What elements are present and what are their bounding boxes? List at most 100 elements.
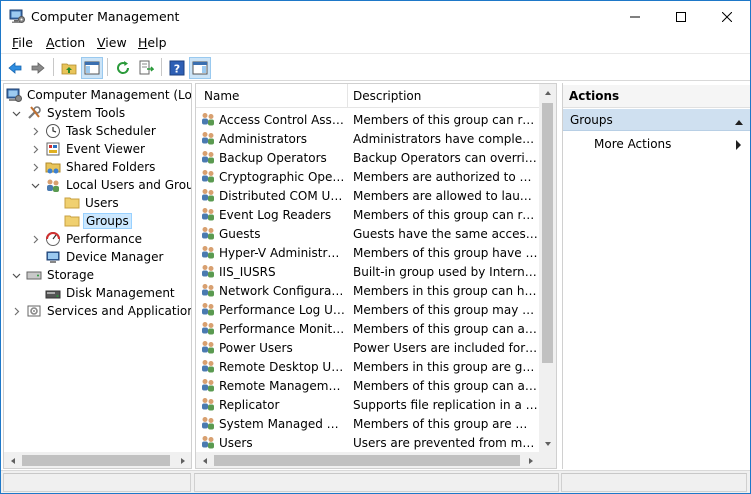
tree-item-shared-folders[interactable]: Shared Folders <box>29 158 157 176</box>
group-row[interactable]: Users Users are prevented from making ... <box>196 433 540 452</box>
group-row[interactable]: System Managed Acc... Members of this gro… <box>196 414 540 433</box>
tree-item-root[interactable]: Computer Management (Local) <box>6 86 191 104</box>
group-row[interactable]: Network Configuratio... Members in this g… <box>196 281 540 300</box>
help-icon: ? <box>169 60 185 76</box>
group-description: Members in this group are grante... <box>353 359 538 374</box>
maximize-button[interactable] <box>658 1 704 32</box>
scroll-down-arrow-icon[interactable] <box>539 435 556 452</box>
column-header-name[interactable]: Name <box>204 89 239 103</box>
group-row[interactable]: Backup Operators Backup Operators can ove… <box>196 148 540 167</box>
chevron-right-icon[interactable] <box>29 125 41 137</box>
export-list-button[interactable] <box>135 57 157 79</box>
refresh-button[interactable] <box>112 57 134 79</box>
menu-file[interactable]: File <box>12 35 33 50</box>
group-name: Performance Monitor ... <box>219 321 346 336</box>
event-viewer-icon <box>45 141 61 157</box>
group-row[interactable]: IIS_IUSRS Built-in group used by Internet… <box>196 262 540 281</box>
scroll-left-arrow-icon[interactable] <box>4 452 21 468</box>
show-hide-console-tree-icon <box>84 61 100 75</box>
tree-item-users[interactable]: Users <box>64 194 121 212</box>
group-row[interactable]: Access Control Assist... Members of this … <box>196 110 540 129</box>
tree-item-label: Groups <box>83 213 132 229</box>
tree-item-local-users-and-groups[interactable]: Local Users and Groups <box>29 176 191 194</box>
console-tree[interactable]: Computer Management (Local) System Tools… <box>3 83 192 469</box>
tree-item-disk-management[interactable]: Disk Management <box>45 284 177 302</box>
show-hide-action-pane-button[interactable] <box>189 57 211 79</box>
list-horizontal-scrollbar[interactable] <box>196 452 556 468</box>
group-row[interactable]: Performance Log Users Members of this gro… <box>196 300 540 319</box>
group-row[interactable]: Replicator Supports file replication in a… <box>196 395 540 414</box>
scrollbar-thumb[interactable] <box>22 455 170 466</box>
group-description: Users are prevented from making ... <box>353 435 538 450</box>
group-row[interactable]: Administrators Administrators have comple… <box>196 129 540 148</box>
group-row[interactable]: Guests Guests have the same access as m..… <box>196 224 540 243</box>
tree-item-services-and-applications[interactable]: Services and Applications <box>10 302 192 320</box>
chevron-right-icon[interactable] <box>10 305 22 317</box>
group-description: Members of this group may sche... <box>353 302 538 317</box>
scrollbar-thumb[interactable] <box>542 103 553 363</box>
list-vertical-scrollbar[interactable] <box>539 84 556 452</box>
tree-item-device-manager[interactable]: Device Manager <box>45 248 165 266</box>
menu-view[interactable]: View <box>97 35 127 50</box>
group-row[interactable]: Remote Management... Members of this grou… <box>196 376 540 395</box>
group-row[interactable]: Cryptographic Operat... Members are autho… <box>196 167 540 186</box>
group-icon <box>200 434 216 450</box>
help-button[interactable]: ? <box>166 57 188 79</box>
forward-button[interactable] <box>27 57 49 79</box>
group-row[interactable]: Event Log Readers Members of this group c… <box>196 205 540 224</box>
group-name: Event Log Readers <box>219 207 332 222</box>
menu-action[interactable]: Action <box>46 35 85 50</box>
group-row[interactable]: Remote Desktop Users Members in this grou… <box>196 357 540 376</box>
group-row[interactable]: Performance Monitor ... Members of this g… <box>196 319 540 338</box>
group-name: Cryptographic Operat... <box>219 169 346 184</box>
device-manager-icon <box>45 249 61 265</box>
tree-item-task-scheduler[interactable]: Task Scheduler <box>29 122 158 140</box>
group-icon <box>200 130 216 146</box>
tree-horizontal-scrollbar[interactable] <box>4 452 191 468</box>
up-one-level-button[interactable] <box>58 57 80 79</box>
disk-management-icon <box>45 285 61 301</box>
status-bar <box>1 470 750 493</box>
back-button[interactable] <box>4 57 26 79</box>
scroll-right-arrow-icon[interactable] <box>174 452 191 468</box>
group-name: IIS_IUSRS <box>219 264 276 279</box>
more-actions-label: More Actions <box>594 137 672 151</box>
close-button[interactable] <box>704 1 750 32</box>
group-name: Remote Management... <box>219 378 346 393</box>
status-cell <box>194 473 559 492</box>
tree-item-label: Services and Applications <box>47 304 192 318</box>
minimize-button[interactable] <box>612 1 658 32</box>
chevron-right-icon[interactable] <box>29 143 41 155</box>
chevron-down-icon[interactable] <box>10 107 22 119</box>
group-row[interactable]: Distributed COM Users Members are allowed… <box>196 186 540 205</box>
tree-item-storage[interactable]: Storage <box>10 266 96 284</box>
chevron-down-icon[interactable] <box>29 179 41 191</box>
tree-item-event-viewer[interactable]: Event Viewer <box>29 140 147 158</box>
title-bar[interactable]: Computer Management <box>1 1 750 32</box>
actions-group-groups[interactable]: Groups <box>563 109 750 131</box>
column-header-description[interactable]: Description <box>353 89 421 103</box>
tree-item-performance[interactable]: Performance <box>29 230 144 248</box>
groups-list-view[interactable]: Name Description Access Control Assist..… <box>195 83 557 469</box>
menu-help-accesskey: H <box>138 35 148 50</box>
scroll-up-arrow-icon[interactable] <box>539 84 556 101</box>
chevron-right-icon[interactable] <box>29 161 41 173</box>
column-divider[interactable] <box>347 84 348 108</box>
group-row[interactable]: Hyper-V Administrators Members of this gr… <box>196 243 540 262</box>
collapse-up-icon[interactable] <box>734 115 744 129</box>
scroll-left-arrow-icon[interactable] <box>196 452 213 468</box>
show-hide-console-tree-button[interactable] <box>81 57 103 79</box>
scroll-right-arrow-icon[interactable] <box>522 452 539 468</box>
group-description: Members of this group have com... <box>353 245 538 260</box>
chevron-down-icon[interactable] <box>10 269 22 281</box>
scrollbar-thumb[interactable] <box>214 455 520 466</box>
group-name: System Managed Acc... <box>219 416 346 431</box>
tree-item-system-tools[interactable]: System Tools <box>10 104 127 122</box>
group-icon <box>200 263 216 279</box>
group-row[interactable]: Power Users Power Users are included for … <box>196 338 540 357</box>
tree-item-groups[interactable]: Groups <box>64 212 132 230</box>
chevron-right-icon[interactable] <box>29 233 41 245</box>
computer-management-window: Computer Management File Action View Hel… <box>0 0 751 494</box>
menu-help[interactable]: Help <box>138 35 167 50</box>
more-actions-item[interactable]: More Actions <box>563 133 750 155</box>
